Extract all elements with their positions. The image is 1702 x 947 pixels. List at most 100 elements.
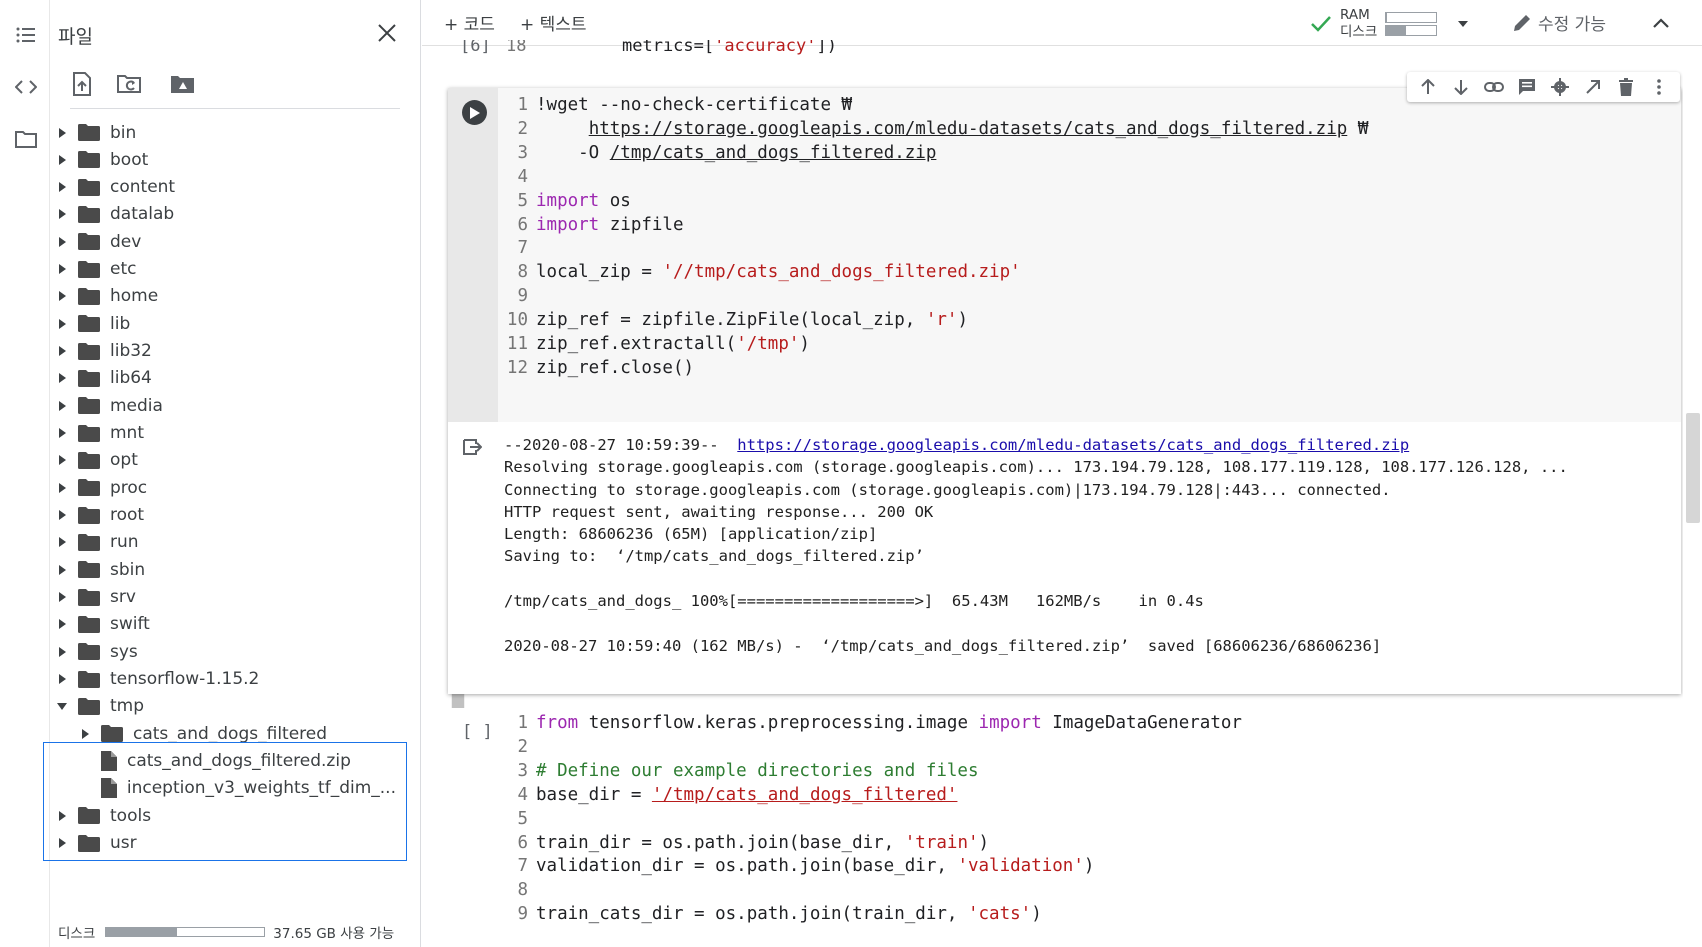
- tree-item-label: media: [110, 395, 163, 416]
- dropdown-icon[interactable]: [1457, 20, 1469, 28]
- comment-icon[interactable]: [1516, 76, 1538, 98]
- folder-item[interactable]: run: [56, 528, 396, 557]
- close-icon[interactable]: [372, 18, 402, 48]
- code-line[interactable]: 4 base_dir = '/tmp/cats_and_dogs_filtered…: [498, 782, 957, 808]
- folder-item[interactable]: swift: [56, 610, 396, 639]
- folder-item[interactable]: datalab: [56, 200, 396, 229]
- folder-item[interactable]: etc: [56, 255, 396, 284]
- folder-item[interactable]: sys: [56, 637, 396, 666]
- code-cell-2[interactable]: [ ] 1 from tensorflow.keras.preprocessing…: [448, 708, 1681, 947]
- chevron-right-icon[interactable]: [56, 154, 68, 166]
- move-down-icon[interactable]: [1450, 76, 1472, 98]
- code-cell-1[interactable]: 1 !wget --no-check-certificate ₩2 https:/…: [448, 88, 1681, 694]
- chevron-right-icon[interactable]: [56, 400, 68, 412]
- folder-item[interactable]: home: [56, 282, 396, 311]
- mount-drive-icon[interactable]: [167, 68, 199, 100]
- folder-item[interactable]: lib32: [56, 337, 396, 366]
- code-line[interactable]: 1 !wget --no-check-certificate ₩: [498, 92, 852, 118]
- chevron-right-icon[interactable]: [56, 618, 68, 630]
- chevron-right-icon[interactable]: [56, 290, 68, 302]
- chevron-right-icon[interactable]: [56, 482, 68, 494]
- folder-item[interactable]: lib64: [56, 364, 396, 393]
- link-icon[interactable]: [1483, 76, 1505, 98]
- chevron-right-icon[interactable]: [79, 728, 91, 740]
- code-line[interactable]: 8 local_zip = '//tmp/cats_and_dogs_filter…: [498, 259, 1020, 285]
- notebook-scrollbar-thumb[interactable]: [1686, 413, 1700, 523]
- code-snippets-icon[interactable]: [13, 74, 39, 100]
- chevron-right-icon[interactable]: [56, 673, 68, 685]
- code-line[interactable]: 5: [498, 806, 536, 832]
- chevron-right-icon[interactable]: [56, 345, 68, 357]
- code-editor[interactable]: 1 from tensorflow.keras.preprocessing.ima…: [498, 708, 1678, 947]
- folder-item[interactable]: proc: [56, 473, 396, 502]
- chevron-right-icon[interactable]: [56, 427, 68, 439]
- line-number: 5: [517, 190, 528, 211]
- code-line[interactable]: 5 import os: [498, 188, 630, 214]
- code-line[interactable]: 2 https://storage.googleapis.com/mledu-d…: [498, 116, 1368, 142]
- chevron-right-icon[interactable]: [56, 509, 68, 521]
- tree-item-label: tmp: [110, 696, 145, 717]
- folder-item[interactable]: root: [56, 501, 396, 530]
- add-text-button[interactable]: + 텍스트: [520, 10, 587, 35]
- chevron-right-icon[interactable]: [56, 454, 68, 466]
- code-line[interactable]: 12 zip_ref.close(): [498, 355, 694, 381]
- code-line[interactable]: 6 train_dir = os.path.join(base_dir, 'tra…: [498, 830, 989, 856]
- code-line[interactable]: 2: [498, 734, 536, 760]
- folder-item[interactable]: opt: [56, 446, 396, 475]
- folder-item[interactable]: mnt: [56, 419, 396, 448]
- folder-item[interactable]: tmp: [56, 692, 396, 721]
- more-icon[interactable]: [1648, 76, 1670, 98]
- chevron-right-icon[interactable]: [56, 591, 68, 603]
- chevron-right-icon[interactable]: [56, 236, 68, 248]
- cell-bracket[interactable]: [ ]: [462, 722, 493, 742]
- run-cell-button[interactable]: [462, 100, 487, 125]
- toc-icon[interactable]: [13, 22, 39, 48]
- settings-icon[interactable]: [1549, 76, 1571, 98]
- chevron-right-icon[interactable]: [56, 263, 68, 275]
- refresh-icon[interactable]: [114, 68, 146, 100]
- chevron-right-icon[interactable]: [56, 181, 68, 193]
- chevron-down-icon[interactable]: [56, 700, 68, 712]
- upload-icon[interactable]: [66, 68, 98, 100]
- code-line[interactable]: 6 import zipfile: [498, 212, 683, 238]
- code-line[interactable]: 9: [498, 283, 536, 309]
- chevron-right-icon[interactable]: [56, 318, 68, 330]
- code-line[interactable]: 3 # Define our example directories and fi…: [498, 758, 978, 784]
- chevron-right-icon[interactable]: [56, 208, 68, 220]
- code-line[interactable]: 1 from tensorflow.keras.preprocessing.ima…: [498, 710, 1241, 736]
- code-line[interactable]: 3 -O /tmp/cats_and_dogs_filtered.zip: [498, 140, 936, 166]
- collapse-header-icon[interactable]: [1650, 12, 1672, 34]
- code-line[interactable]: 9 train_cats_dir = os.path.join(train_dir…: [498, 901, 1041, 927]
- open-tab-icon[interactable]: [1582, 76, 1604, 98]
- folder-item[interactable]: bin: [56, 118, 396, 147]
- resource-indicator[interactable]: RAM 디스크: [1310, 6, 1469, 42]
- folder-item[interactable]: dev: [56, 227, 396, 256]
- chevron-right-icon[interactable]: [56, 127, 68, 139]
- files-icon[interactable]: [13, 126, 39, 152]
- chevron-right-icon[interactable]: [56, 372, 68, 384]
- delete-icon[interactable]: [1615, 76, 1637, 98]
- folder-item[interactable]: lib: [56, 309, 396, 338]
- output-icon[interactable]: [462, 438, 483, 460]
- line-number: 5: [517, 808, 528, 829]
- edit-mode-button[interactable]: 수정 가능: [1512, 10, 1606, 35]
- code-line[interactable]: 7 validation_dir = os.path.join(base_dir,…: [498, 853, 1094, 879]
- code-line[interactable]: 4: [498, 164, 536, 190]
- output-url-link[interactable]: https://storage.googleapis.com/mledu-dat…: [737, 436, 1409, 454]
- folder-item[interactable]: media: [56, 391, 396, 420]
- code-line[interactable]: 8: [498, 877, 536, 903]
- move-up-icon[interactable]: [1417, 76, 1439, 98]
- folder-item[interactable]: srv: [56, 583, 396, 612]
- code-line[interactable]: 10 zip_ref = zipfile.ZipFile(local_zip, '…: [498, 307, 968, 333]
- add-code-button[interactable]: + 코드: [444, 10, 495, 35]
- code-line[interactable]: 11 zip_ref.extractall('/tmp'): [498, 331, 810, 357]
- folder-item[interactable]: tensorflow-1.15.2: [56, 665, 396, 694]
- folder-item[interactable]: boot: [56, 145, 396, 174]
- chevron-right-icon[interactable]: [56, 646, 68, 658]
- chevron-right-icon[interactable]: [56, 536, 68, 548]
- folder-item[interactable]: sbin: [56, 555, 396, 584]
- code-editor[interactable]: 1 !wget --no-check-certificate ₩2 https:/…: [498, 88, 1681, 422]
- folder-item[interactable]: content: [56, 173, 396, 202]
- chevron-right-icon[interactable]: [56, 564, 68, 576]
- code-line[interactable]: 7: [498, 235, 536, 261]
